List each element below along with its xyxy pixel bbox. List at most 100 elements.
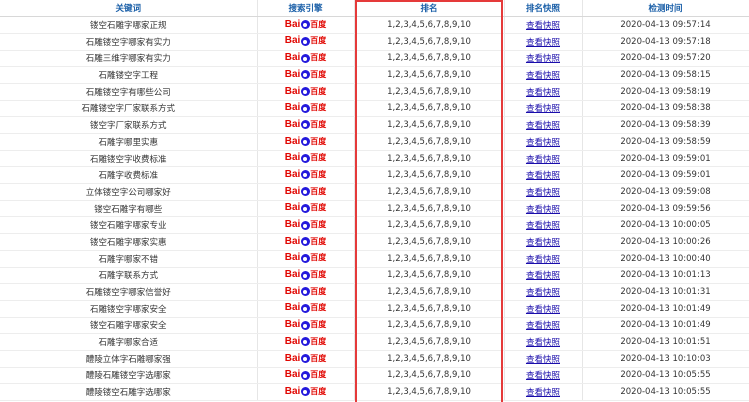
rank-cell: 1,2,3,4,5,6,7,8,9,10 <box>354 50 505 68</box>
keyword-cell: 石雕镂空字有哪些公司 <box>0 83 258 101</box>
table-row: 醴陵镂空石雕字选哪家 Bai 百度 1,2,3,4,5,6,7,8,9,10 查看… <box>0 383 749 401</box>
search-engine-cell: Bai 百度 <box>257 150 355 168</box>
view-snapshot-link[interactable]: 查看快照 <box>526 271 560 281</box>
baidu-logo-icon: Bai 百度 <box>284 269 327 281</box>
baidu-logo-icon: Bai 百度 <box>284 385 327 397</box>
table-row: 镂空石雕字哪家安全 Bai 百度 1,2,3,4,5,6,7,8,9,10 查看快… <box>0 317 749 335</box>
baidu-logo-icon: Bai 百度 <box>284 152 327 164</box>
view-snapshot-link[interactable]: 查看快照 <box>526 138 560 148</box>
view-snapshot-link[interactable]: 查看快照 <box>526 188 560 198</box>
check-time-cell: 2020-04-13 10:00:26 <box>582 233 749 251</box>
check-time-cell: 2020-04-13 10:01:49 <box>582 317 749 335</box>
keyword-cell: 镂空石雕字哪家安全 <box>0 317 258 335</box>
table-row: 石雕字联系方式 Bai 百度 1,2,3,4,5,6,7,8,9,10 查看快照 … <box>0 267 749 285</box>
keyword-cell: 石雕镂空字哪家有实力 <box>0 33 258 51</box>
table-row: 石雕镂空字哪家有实力 Bai 百度 1,2,3,4,5,6,7,8,9,10 查看… <box>0 33 749 51</box>
view-snapshot-link[interactable]: 查看快照 <box>526 371 560 381</box>
view-snapshot-link[interactable]: 查看快照 <box>526 88 560 98</box>
view-snapshot-link[interactable]: 查看快照 <box>526 155 560 165</box>
snapshot-cell: 查看快照 <box>504 166 583 185</box>
check-time-cell: 2020-04-13 09:59:01 <box>582 166 749 185</box>
snapshot-cell: 查看快照 <box>504 16 583 34</box>
view-snapshot-link[interactable]: 查看快照 <box>526 288 560 298</box>
keyword-cell: 石雕镂空字厂家联系方式 <box>0 100 258 118</box>
view-snapshot-link[interactable]: 查看快照 <box>526 338 560 348</box>
view-snapshot-link[interactable]: 查看快照 <box>526 388 560 398</box>
view-snapshot-link[interactable]: 查看快照 <box>526 38 560 48</box>
snapshot-cell: 查看快照 <box>504 350 583 368</box>
view-snapshot-link[interactable]: 查看快照 <box>526 255 560 265</box>
search-engine-cell: Bai 百度 <box>257 317 355 335</box>
snapshot-cell: 查看快照 <box>504 183 583 201</box>
keyword-cell: 石雕镂空字哪家信誉好 <box>0 283 258 301</box>
rank-cell: 1,2,3,4,5,6,7,8,9,10 <box>354 283 505 301</box>
view-snapshot-link[interactable]: 查看快照 <box>526 221 560 231</box>
baidu-logo-icon: Bai 百度 <box>284 235 327 247</box>
search-engine-cell: Bai 百度 <box>257 383 355 401</box>
check-time-cell: 2020-04-13 09:58:38 <box>582 100 749 118</box>
view-snapshot-link[interactable]: 查看快照 <box>526 104 560 114</box>
rank-cell: 1,2,3,4,5,6,7,8,9,10 <box>354 166 505 185</box>
snapshot-cell: 查看快照 <box>504 367 583 385</box>
header-keyword: 关键词 <box>0 0 258 18</box>
snapshot-cell: 查看快照 <box>504 233 583 251</box>
view-snapshot-link[interactable]: 查看快照 <box>526 71 560 81</box>
rank-cell: 1,2,3,4,5,6,7,8,9,10 <box>354 66 505 84</box>
keyword-cell: 石雕字哪家合适 <box>0 333 258 351</box>
keyword-cell: 醴陵镂空石雕字选哪家 <box>0 383 258 401</box>
table-row: 镂空石雕字哪家专业 Bai 百度 1,2,3,4,5,6,7,8,9,10 查看快… <box>0 216 749 235</box>
search-engine-cell: Bai 百度 <box>257 216 355 235</box>
view-snapshot-link[interactable]: 查看快照 <box>526 171 560 181</box>
search-engine-cell: Bai 百度 <box>257 300 355 318</box>
rank-cell: 1,2,3,4,5,6,7,8,9,10 <box>354 16 505 34</box>
check-time-cell: 2020-04-13 09:58:15 <box>582 66 749 84</box>
view-snapshot-link[interactable]: 查看快照 <box>526 121 560 131</box>
check-time-cell: 2020-04-13 09:58:59 <box>582 133 749 151</box>
snapshot-cell: 查看快照 <box>504 100 583 118</box>
check-time-cell: 2020-04-13 10:01:31 <box>582 283 749 301</box>
view-snapshot-link[interactable]: 查看快照 <box>526 205 560 215</box>
search-engine-cell: Bai 百度 <box>257 33 355 51</box>
rank-cell: 1,2,3,4,5,6,7,8,9,10 <box>354 116 505 134</box>
view-snapshot-link[interactable]: 查看快照 <box>526 321 560 331</box>
rank-cell: 1,2,3,4,5,6,7,8,9,10 <box>354 367 505 385</box>
baidu-logo-icon: Bai 百度 <box>284 185 327 197</box>
view-snapshot-link[interactable]: 查看快照 <box>526 21 560 31</box>
header-rank: 排名 <box>354 0 505 18</box>
header-search-engine: 搜索引擎 <box>257 0 355 18</box>
view-snapshot-link[interactable]: 查看快照 <box>526 355 560 365</box>
baidu-logo-icon: Bai 百度 <box>284 335 327 347</box>
search-engine-cell: Bai 百度 <box>257 50 355 68</box>
table-row: 石雕字哪家不错 Bai 百度 1,2,3,4,5,6,7,8,9,10 查看快照 … <box>0 250 749 268</box>
snapshot-cell: 查看快照 <box>504 267 583 285</box>
view-snapshot-link[interactable]: 查看快照 <box>526 54 560 64</box>
check-time-cell: 2020-04-13 10:05:55 <box>582 383 749 401</box>
keyword-cell: 石雕镂空字工程 <box>0 66 258 84</box>
view-snapshot-link[interactable]: 查看快照 <box>526 238 560 248</box>
keyword-cell: 石雕三维字哪家有实力 <box>0 50 258 68</box>
table-row: 石雕镂空字厂家联系方式 Bai 百度 1,2,3,4,5,6,7,8,9,10 查… <box>0 100 749 118</box>
snapshot-cell: 查看快照 <box>504 66 583 84</box>
rank-cell: 1,2,3,4,5,6,7,8,9,10 <box>354 300 505 318</box>
table-row: 立体镂空字公司哪家好 Bai 百度 1,2,3,4,5,6,7,8,9,10 查看… <box>0 183 749 201</box>
search-engine-cell: Bai 百度 <box>257 233 355 251</box>
rank-cell: 1,2,3,4,5,6,7,8,9,10 <box>354 150 505 168</box>
keyword-cell: 石雕字哪家不错 <box>0 250 258 268</box>
baidu-logo-icon: Bai 百度 <box>284 35 327 47</box>
check-time-cell: 2020-04-13 09:59:01 <box>582 150 749 168</box>
search-engine-cell: Bai 百度 <box>257 183 355 201</box>
check-time-cell: 2020-04-13 10:10:03 <box>582 350 749 368</box>
view-snapshot-link[interactable]: 查看快照 <box>526 305 560 315</box>
search-engine-cell: Bai 百度 <box>257 100 355 118</box>
table-body: 镂空石雕字哪家正规 Bai 百度 1,2,3,4,5,6,7,8,9,10 查看快… <box>0 16 749 401</box>
check-time-cell: 2020-04-13 09:57:14 <box>582 16 749 34</box>
rank-cell: 1,2,3,4,5,6,7,8,9,10 <box>354 267 505 285</box>
search-engine-cell: Bai 百度 <box>257 133 355 151</box>
snapshot-cell: 查看快照 <box>504 300 583 318</box>
keyword-cell: 石雕字收费标准 <box>0 166 258 185</box>
baidu-logo-icon: Bai 百度 <box>284 68 327 80</box>
baidu-logo-icon: Bai 百度 <box>284 219 327 231</box>
baidu-logo-icon: Bai 百度 <box>284 302 327 314</box>
check-time-cell: 2020-04-13 10:01:51 <box>582 333 749 351</box>
baidu-logo-icon: Bai 百度 <box>284 285 327 297</box>
